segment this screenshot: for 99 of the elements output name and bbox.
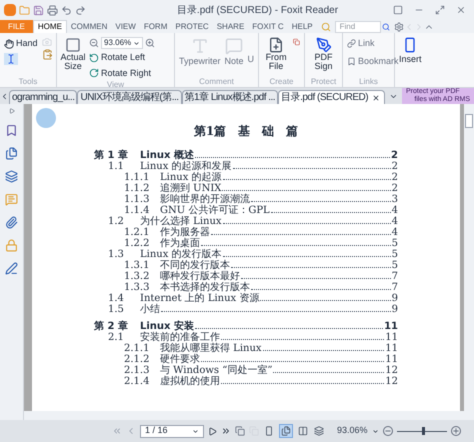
page-number: 12 (385, 376, 398, 387)
section-number: 1.3.1 (124, 260, 150, 271)
toc-title: 我能从哪里获得 Linux (160, 343, 262, 354)
ribbon-tab[interactable]: COMMEN (66, 20, 112, 33)
find-field[interactable]: Find (334, 20, 381, 32)
section-number: 第 1 章 (94, 150, 129, 161)
section-number: 1.3.3 (124, 282, 150, 293)
section-number: 第 2 章 (94, 321, 129, 332)
toc-title: 不同的发行版本 (160, 260, 230, 271)
section-number: 1.2 (108, 216, 125, 227)
section-number: 1.5 (108, 304, 125, 315)
toc-title: 为什么选择 Linux (140, 216, 222, 227)
page-number: 4 (392, 227, 398, 238)
pdf-sign-button[interactable]: PDF Sign (309, 37, 338, 71)
section-number: 1.2.1 (124, 227, 150, 238)
group-label: Create (268, 77, 294, 87)
page-field[interactable]: 1 / 16 (140, 424, 204, 438)
page-number: 2 (392, 183, 398, 194)
toc-title: 追溯到 UNIX (160, 183, 222, 194)
toc-title: 作为服务器 (160, 227, 210, 238)
toc-title: 影响世界的开源潮流 (160, 194, 250, 205)
hand-button[interactable]: Hand (4, 37, 38, 50)
from-file-button[interactable]: From File (263, 37, 290, 71)
underline-button[interactable]: U (248, 53, 254, 66)
group-label: View (106, 80, 126, 90)
toc-title: Internet 上的 Linux 资源 (140, 293, 260, 304)
page-number: 12 (385, 365, 398, 376)
bookmark-button[interactable]: Bookmark (347, 54, 399, 68)
ribbon-tab[interactable]: VIEW (111, 20, 140, 33)
page-number: 9 (392, 293, 398, 304)
page-number: 5 (392, 260, 398, 271)
section-number: 1.1 (108, 161, 125, 172)
window-title: 目录.pdf (SECURED) - Foxit Reader (176, 4, 340, 18)
document-tab[interactable]: ogramming_u... (9, 90, 78, 104)
section-number: 1.3 (108, 249, 125, 260)
actual-size-button[interactable]: Actual Size (61, 37, 85, 71)
group-label: Comment (198, 77, 235, 87)
group-label: Tools (18, 77, 38, 87)
ribbon-tab[interactable]: FOXIT C (248, 20, 288, 33)
rotate-left-button[interactable]: Rotate Left (89, 51, 155, 64)
section-number: 2.1.3 (124, 365, 150, 376)
page-number: 5 (392, 238, 398, 249)
toc-title: 虚拟机的使用 (160, 376, 220, 387)
section-number: 1.1.2 (124, 183, 150, 194)
group-label: Protect (310, 77, 338, 87)
page-number: 2 (392, 172, 398, 183)
toc-title: Linux 安装 (140, 321, 194, 332)
toc-title: 哪种发行版本最好 (160, 271, 240, 282)
typewriter-button[interactable]: Typewriter (179, 37, 221, 68)
group-label: Links (358, 77, 379, 87)
insert-button[interactable]: Insert (399, 37, 422, 66)
section-number: 2.1.2 (124, 354, 150, 365)
section-number: 1.1.4 (124, 205, 150, 216)
toc-title: 作为桌面 (160, 238, 200, 249)
section-number: 1.2.2 (124, 238, 150, 249)
page-number: 11 (384, 321, 398, 332)
section-number: 2.1 (108, 332, 124, 343)
link-button[interactable]: Link (347, 37, 399, 50)
zoom-dropdown[interactable]: 93.06% (101, 37, 143, 49)
page-number: 11 (385, 332, 398, 343)
toc-title: Linux 概述 (140, 150, 194, 161)
ribbon-tab[interactable]: HOME (32, 20, 67, 33)
section-number: 1.1.3 (124, 194, 150, 205)
zoom-value: 93.06% (337, 424, 368, 438)
page-number: 4 (392, 205, 398, 216)
ribbon-tab[interactable]: SHARE (212, 20, 248, 33)
document-tab[interactable]: 目录.pdf (SECURED) (278, 90, 386, 104)
toc-title: Linux 的起源和发展 (140, 161, 232, 172)
ribbon-tab[interactable]: HELP (288, 20, 317, 33)
document-tab[interactable]: 第1章 Linux概述.pdf ... (182, 90, 278, 104)
toc-title: 与 Windows “同处一室” (160, 365, 272, 376)
page-number: 11 (385, 343, 398, 354)
page-number: 2 (392, 161, 398, 172)
toc-title: GNU 公共许可证：GPL (160, 205, 270, 216)
note-button[interactable]: Note (224, 37, 244, 68)
ribbon-tab[interactable]: FORM (140, 20, 172, 33)
page-number: 4 (392, 216, 398, 227)
section-number: 1.3.2 (124, 271, 150, 282)
page-number: 11 (385, 354, 398, 365)
page-number: 5 (392, 249, 398, 260)
section-number: 2.1.4 (124, 376, 150, 387)
toc-title: 安装前的准备工作 (140, 332, 220, 343)
page-number: 7 (392, 282, 398, 293)
section-number: 1.4 (108, 293, 125, 304)
toc-title: 硬件要求 (160, 354, 200, 365)
page-number: 3 (392, 194, 398, 205)
page-number: 2 (391, 150, 398, 161)
rotate-right-button[interactable]: Rotate Right (89, 66, 155, 80)
ribbon-tab[interactable]: PROTEC (171, 20, 213, 33)
toc-title: 本书选择的发行版本 (160, 282, 250, 293)
section-number: 1.1.1 (124, 172, 150, 183)
page-number: 9 (392, 304, 398, 315)
document-tab[interactable]: UNIX环境高级编程(第... (77, 90, 182, 104)
toc-title: Linux 的起源 (160, 172, 222, 183)
page-heading: 第1篇 基 础 篇 (192, 123, 300, 140)
section-number: 2.1.1 (124, 343, 150, 354)
toc-title: Linux 的发行版本 (140, 249, 222, 260)
page-number: 7 (392, 271, 398, 282)
toc-title: 小结 (140, 304, 160, 315)
